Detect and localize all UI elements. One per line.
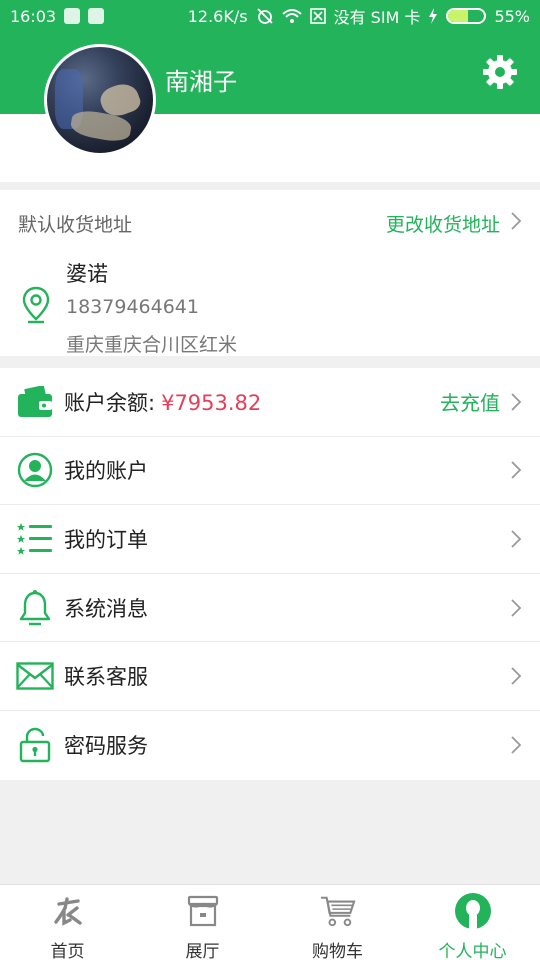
network-speed: 12.6K/s <box>187 6 248 26</box>
location-pin-icon <box>22 286 50 324</box>
contact-service-row[interactable]: 联系客服 <box>0 642 540 711</box>
wifi-icon <box>281 9 302 23</box>
tab-cart[interactable]: 购物车 <box>270 885 405 960</box>
balance-label: 账户余额: <box>64 390 156 415</box>
avatar[interactable] <box>44 44 156 156</box>
password-service-row[interactable]: 密码服务 <box>0 711 540 780</box>
chevron-right-icon[interactable] <box>510 597 522 619</box>
chevron-right-icon[interactable] <box>510 665 522 687</box>
balance-amount: ¥7953.82 <box>161 390 262 415</box>
gear-icon[interactable] <box>482 54 518 90</box>
recipient-phone: 18379464641 <box>66 296 199 318</box>
my-account-row[interactable]: 我的账户 <box>0 437 540 506</box>
status-time: 16:03 <box>10 6 57 26</box>
menu-label: 我的账户 <box>64 459 148 484</box>
default-address-card: 默认收货地址 更改收货地址 婆诺 18379464641 重庆重庆合川区红米 <box>0 190 540 356</box>
chevron-right-icon[interactable] <box>510 528 522 550</box>
menu-label: 密码服务 <box>64 734 148 759</box>
sim-status-text: 没有 SIM 卡 <box>333 8 421 27</box>
chevron-right-icon[interactable] <box>510 391 522 413</box>
status-bar: 16:03 12.6K/s 没有 SIM 卡 55% <box>0 0 540 32</box>
menu-label: 我的订单 <box>64 527 148 552</box>
recharge-link[interactable]: 去充值 <box>440 387 500 416</box>
tab-label: 个人中心 <box>438 942 507 960</box>
tab-home[interactable]: 首页 <box>0 885 135 960</box>
account-menu: 账户余额: ¥7953.82 去充值 我的账户 我的订单 系统消息 联系客服 密… <box>0 368 540 780</box>
tab-showroom[interactable]: 展厅 <box>135 885 270 960</box>
bottom-tab-bar: 首页 展厅 购物车 个人中心 <box>0 884 540 960</box>
address-detail: 重庆重庆合川区红米 <box>66 334 238 356</box>
home-nong-icon <box>50 893 86 929</box>
tab-profile[interactable]: 个人中心 <box>405 885 540 960</box>
tab-label: 购物车 <box>312 942 363 960</box>
mail-icon <box>16 657 54 695</box>
recipient-name: 婆诺 <box>66 262 108 286</box>
menu-label: 系统消息 <box>64 596 148 621</box>
notification-app-icon <box>64 8 81 24</box>
system-messages-row[interactable]: 系统消息 <box>0 574 540 643</box>
wallet-icon <box>16 383 54 421</box>
no-sim-icon <box>309 8 326 24</box>
username: 南湘子 <box>165 68 237 96</box>
tab-label: 展厅 <box>185 942 220 960</box>
account-balance-row[interactable]: 账户余额: ¥7953.82 去充值 <box>0 368 540 437</box>
notification-robot-icon <box>88 8 105 24</box>
menu-label: 联系客服 <box>64 665 148 690</box>
store-icon <box>185 893 221 929</box>
chevron-right-icon[interactable] <box>510 210 522 232</box>
list-icon <box>16 520 54 558</box>
person-icon <box>454 893 491 929</box>
address-section-label: 默认收货地址 <box>18 214 133 236</box>
lock-icon <box>16 726 54 764</box>
cart-icon <box>320 893 356 929</box>
battery-icon <box>446 8 487 24</box>
change-address-link[interactable]: 更改收货地址 <box>386 210 500 237</box>
battery-percent: 55% <box>494 6 530 26</box>
chevron-right-icon[interactable] <box>510 734 522 756</box>
user-icon <box>16 451 54 489</box>
alarm-off-icon <box>256 8 273 24</box>
balance-text: 账户余额: ¥7953.82 <box>64 387 261 417</box>
bell-icon <box>16 589 54 627</box>
my-orders-row[interactable]: 我的订单 <box>0 505 540 574</box>
chevron-right-icon[interactable] <box>510 459 522 481</box>
charging-icon <box>429 8 438 24</box>
tab-label: 首页 <box>50 942 85 960</box>
